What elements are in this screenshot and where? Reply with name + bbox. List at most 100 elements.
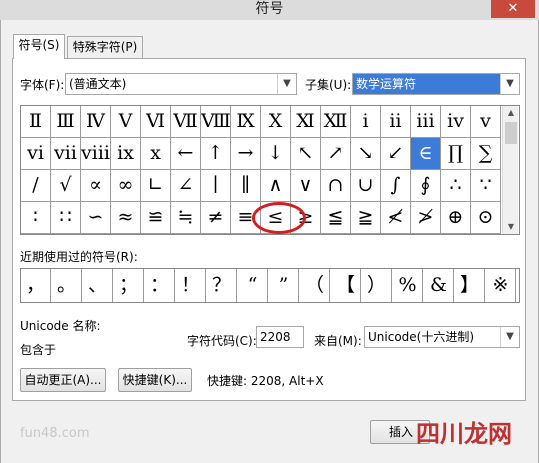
autocorrect-button[interactable]: 自动更正(A)... <box>20 368 106 392</box>
scrollbar-thumb[interactable] <box>505 122 517 144</box>
symbol-cell[interactable]: ⅵ <box>21 138 51 170</box>
symbol-cell[interactable]: Ⅻ <box>321 106 351 138</box>
symbol-cell[interactable]: ⅸ <box>111 138 141 170</box>
symbol-cell[interactable]: ∑ <box>471 138 501 170</box>
recent-symbol-cell[interactable]: % <box>393 269 423 302</box>
recent-symbol-cell[interactable]: ？ <box>207 269 237 302</box>
symbol-cell[interactable]: ∥ <box>231 170 261 202</box>
font-combobox[interactable]: (普通文本) ▼ <box>65 73 297 95</box>
symbol-cell[interactable]: ⅶ <box>51 138 81 170</box>
symbol-cell[interactable]: ∶ <box>21 202 51 234</box>
symbol-cell[interactable]: ≠ <box>201 202 231 234</box>
recent-symbol-cell[interactable]: ， <box>21 269 51 302</box>
chevron-down-icon[interactable]: ▼ <box>277 74 296 94</box>
recent-symbol-cell[interactable]: ） <box>362 269 392 302</box>
close-button[interactable]: ✕ <box>491 0 535 18</box>
symbol-cell[interactable]: ∮ <box>411 170 441 202</box>
chevron-down-icon[interactable]: ▼ <box>500 327 519 347</box>
recent-symbol-cell[interactable]: ； <box>114 269 144 302</box>
symbol-cell[interactable]: ∨ <box>291 170 321 202</box>
symbol-grid-scrollbar[interactable]: ▲ ▼ <box>502 106 518 234</box>
char-code-label: 字符代码(C): <box>187 334 257 348</box>
recent-symbol-cell[interactable]: ” <box>269 269 299 302</box>
symbol-cell[interactable]: ∽ <box>81 202 111 234</box>
scroll-down-icon[interactable]: ▼ <box>503 220 519 234</box>
chevron-down-icon[interactable]: ▼ <box>500 74 519 94</box>
symbol-cell[interactable]: ≮ <box>381 202 411 234</box>
recent-symbol-cell[interactable]: & <box>424 269 454 302</box>
symbol-cell[interactable]: Ⅵ <box>141 106 171 138</box>
symbol-cell[interactable]: Ⅸ <box>231 106 261 138</box>
symbol-cell[interactable]: Ⅲ <box>51 106 81 138</box>
char-code-field[interactable]: 2208 <box>256 326 304 348</box>
symbol-cell[interactable]: → <box>231 138 261 170</box>
symbol-cell[interactable]: ∷ <box>51 202 81 234</box>
symbol-cell[interactable]: Ⅱ <box>21 106 51 138</box>
symbol-cell[interactable]: ↘ <box>351 138 381 170</box>
symbol-cell[interactable]: ≦ <box>321 202 351 234</box>
symbol-cell[interactable]: ⅳ <box>441 106 471 138</box>
symbol-cell[interactable]: Ⅺ <box>291 106 321 138</box>
recent-symbol-cell[interactable]: ： <box>145 269 175 302</box>
symbol-cell[interactable]: ∧ <box>261 170 291 202</box>
symbol-cell[interactable]: ∠ <box>171 170 201 202</box>
symbol-cell[interactable]: Ⅳ <box>81 106 111 138</box>
symbol-cell[interactable]: Ⅷ <box>201 106 231 138</box>
symbol-cell[interactable]: ∏ <box>441 138 471 170</box>
symbol-cell[interactable]: ≯ <box>411 202 441 234</box>
shortcut-key-button[interactable]: 快捷键(K)... <box>118 368 192 392</box>
subset-combobox[interactable]: 数学运算符 ▼ <box>352 73 520 95</box>
symbol-cell[interactable]: ∩ <box>321 170 351 202</box>
symbol-cell[interactable]: ⅴ <box>471 106 501 138</box>
symbol-cell[interactable]: ≒ <box>171 202 201 234</box>
symbol-cell[interactable]: ≈ <box>111 202 141 234</box>
recent-symbol-cell[interactable]: ！ <box>176 269 206 302</box>
window-title: 符号 <box>255 1 284 17</box>
symbol-cell[interactable]: ∟ <box>141 170 171 202</box>
red-circle-annotation <box>252 202 306 234</box>
symbol-cell[interactable]: ↓ <box>261 138 291 170</box>
symbol-cell[interactable]: Ⅴ <box>111 106 141 138</box>
symbol-cell[interactable]: ⅲ <box>411 106 441 138</box>
recent-symbol-cell[interactable]: 。 <box>52 269 82 302</box>
symbol-cell[interactable]: ≌ <box>141 202 171 234</box>
from-combobox-value: Unicode(十六进制) <box>368 330 475 344</box>
recent-symbols-row: ，。、；：！？ “” （【）% &】 ※ <box>20 268 520 303</box>
symbol-cell[interactable]: ∣ <box>201 170 231 202</box>
symbol-cell[interactable]: ↙ <box>381 138 411 170</box>
symbol-cell[interactable]: ↗ <box>321 138 351 170</box>
symbol-cell[interactable]: ≧ <box>351 202 381 234</box>
recent-symbol-cell[interactable]: 【 <box>331 269 361 302</box>
recent-symbol-cell[interactable]: ※ <box>486 269 516 302</box>
symbol-cell[interactable]: ∕ <box>21 170 51 202</box>
scroll-up-icon[interactable]: ▲ <box>503 106 519 120</box>
symbol-cell[interactable]: ⅹ <box>141 138 171 170</box>
symbol-cell[interactable]: ⊙ <box>471 202 501 234</box>
recent-symbols-label: 近期使用过的符号(R): <box>20 250 138 264</box>
tab-special-characters[interactable]: 特殊字符(P) <box>67 36 143 58</box>
symbol-cell[interactable]: ∫ <box>381 170 411 202</box>
symbol-cell[interactable]: ⅱ <box>381 106 411 138</box>
tab-symbols[interactable]: 符号(S) <box>13 34 65 59</box>
symbol-cell[interactable]: ∴ <box>441 170 471 202</box>
symbol-cell[interactable]: ↖ <box>291 138 321 170</box>
font-combobox-value: (普通文本) <box>69 77 127 91</box>
recent-symbol-cell[interactable]: “ <box>238 269 268 302</box>
symbol-cell[interactable]: Ⅶ <box>171 106 201 138</box>
symbol-cell[interactable]: ∪ <box>351 170 381 202</box>
symbol-cell[interactable]: ∝ <box>81 170 111 202</box>
symbol-cell[interactable]: √ <box>51 170 81 202</box>
symbol-cell[interactable]: ∵ <box>471 170 501 202</box>
recent-symbol-cell[interactable]: （ <box>300 269 330 302</box>
symbol-cell[interactable]: ← <box>171 138 201 170</box>
recent-symbol-cell[interactable]: 】 <box>455 269 485 302</box>
symbol-cell[interactable]: ⊕ <box>441 202 471 234</box>
symbol-cell[interactable]: ⅷ <box>81 138 111 170</box>
symbol-cell[interactable]: ⅰ <box>351 106 381 138</box>
from-combobox[interactable]: Unicode(十六进制) ▼ <box>364 326 520 348</box>
symbol-cell[interactable]: ∈ <box>411 138 441 170</box>
symbol-cell[interactable]: ↑ <box>201 138 231 170</box>
symbol-cell[interactable]: Ⅹ <box>261 106 291 138</box>
recent-symbol-cell[interactable]: 、 <box>83 269 113 302</box>
symbol-cell[interactable]: ∞ <box>111 170 141 202</box>
